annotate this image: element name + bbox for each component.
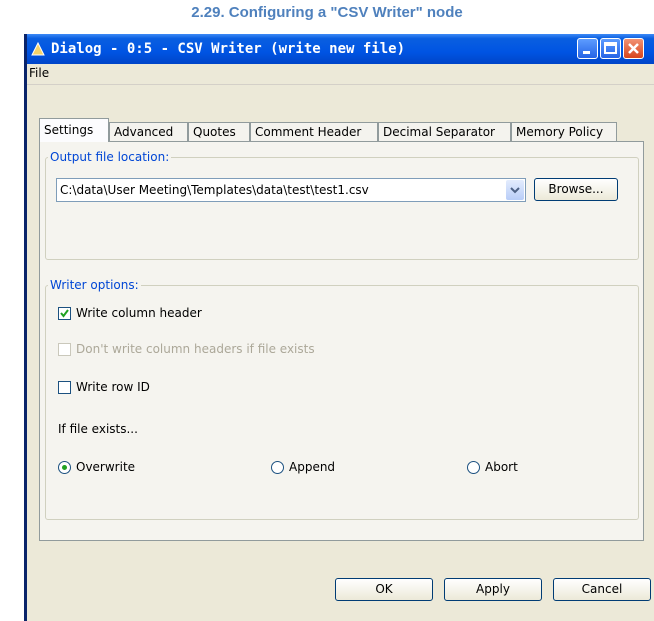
tab-quotes[interactable]: Quotes — [188, 122, 250, 141]
combo-dropdown-button[interactable] — [506, 180, 524, 200]
maximize-button[interactable] — [600, 38, 621, 59]
append-label: Append — [289, 460, 336, 474]
close-button[interactable] — [623, 38, 644, 59]
ok-button[interactable]: OK — [335, 578, 433, 601]
minimize-icon — [583, 51, 590, 54]
dont-write-headers-checkbox — [58, 343, 71, 356]
tab-memory-policy[interactable]: Memory Policy — [511, 122, 617, 141]
chevron-down-icon — [510, 187, 520, 194]
cancel-button[interactable]: Cancel — [553, 578, 651, 601]
tab-decimal-separator[interactable]: Decimal Separator — [378, 122, 511, 141]
title-bar[interactable]: Dialog - 0:5 - CSV Writer (write new fil… — [27, 34, 654, 64]
abort-radio[interactable] — [467, 461, 480, 474]
file-path-combo[interactable]: C:\data\User Meeting\Templates\data\test… — [56, 178, 526, 202]
window-title: Dialog - 0:5 - CSV Writer (write new fil… — [51, 41, 406, 57]
file-path-value: C:\data\User Meeting\Templates\data\test… — [60, 183, 369, 197]
overwrite-label: Overwrite — [76, 460, 136, 474]
write-column-header-label: Write column header — [76, 306, 202, 320]
abort-option[interactable]: Abort — [467, 460, 557, 476]
close-icon — [628, 43, 639, 54]
figure-caption: 2.29. Configuring a "CSV Writer" node — [191, 4, 463, 21]
menu-file[interactable]: File — [29, 66, 49, 80]
append-radio[interactable] — [271, 461, 284, 474]
browse-button[interactable]: Browse... — [534, 178, 618, 201]
maximize-icon — [604, 42, 617, 54]
output-file-location-legend: Output file location: — [50, 150, 170, 164]
write-row-id-checkbox[interactable] — [58, 381, 71, 394]
abort-label: Abort — [485, 460, 518, 474]
writer-options-group: Writer options: Write column header Don'… — [45, 278, 639, 520]
tab-settings[interactable]: Settings — [39, 118, 109, 142]
radio-selected-dot — [62, 465, 67, 470]
write-row-id-label: Write row ID — [76, 380, 150, 394]
tab-advanced[interactable]: Advanced — [109, 122, 188, 141]
apply-button[interactable]: Apply — [444, 578, 542, 601]
knime-triangle-icon — [31, 42, 45, 56]
dont-write-headers-label: Don't write column headers if file exist… — [76, 342, 315, 356]
checkmark-icon — [60, 309, 69, 318]
minimize-button[interactable] — [577, 38, 598, 59]
overwrite-option[interactable]: Overwrite — [58, 460, 168, 476]
writer-options-legend: Writer options: — [50, 278, 139, 292]
dialog-window: Dialog - 0:5 - CSV Writer (write new fil… — [24, 34, 654, 621]
overwrite-radio[interactable] — [58, 461, 71, 474]
append-option[interactable]: Append — [271, 460, 371, 476]
if-file-exists-label: If file exists... — [58, 422, 138, 436]
tab-comment-header[interactable]: Comment Header — [250, 122, 378, 141]
write-column-header-checkbox[interactable] — [58, 307, 71, 320]
output-file-location-group: Output file location: C:\data\User Meeti… — [45, 150, 639, 260]
settings-panel: Output file location: C:\data\User Meeti… — [39, 141, 644, 541]
menu-bar: File — [27, 64, 654, 85]
